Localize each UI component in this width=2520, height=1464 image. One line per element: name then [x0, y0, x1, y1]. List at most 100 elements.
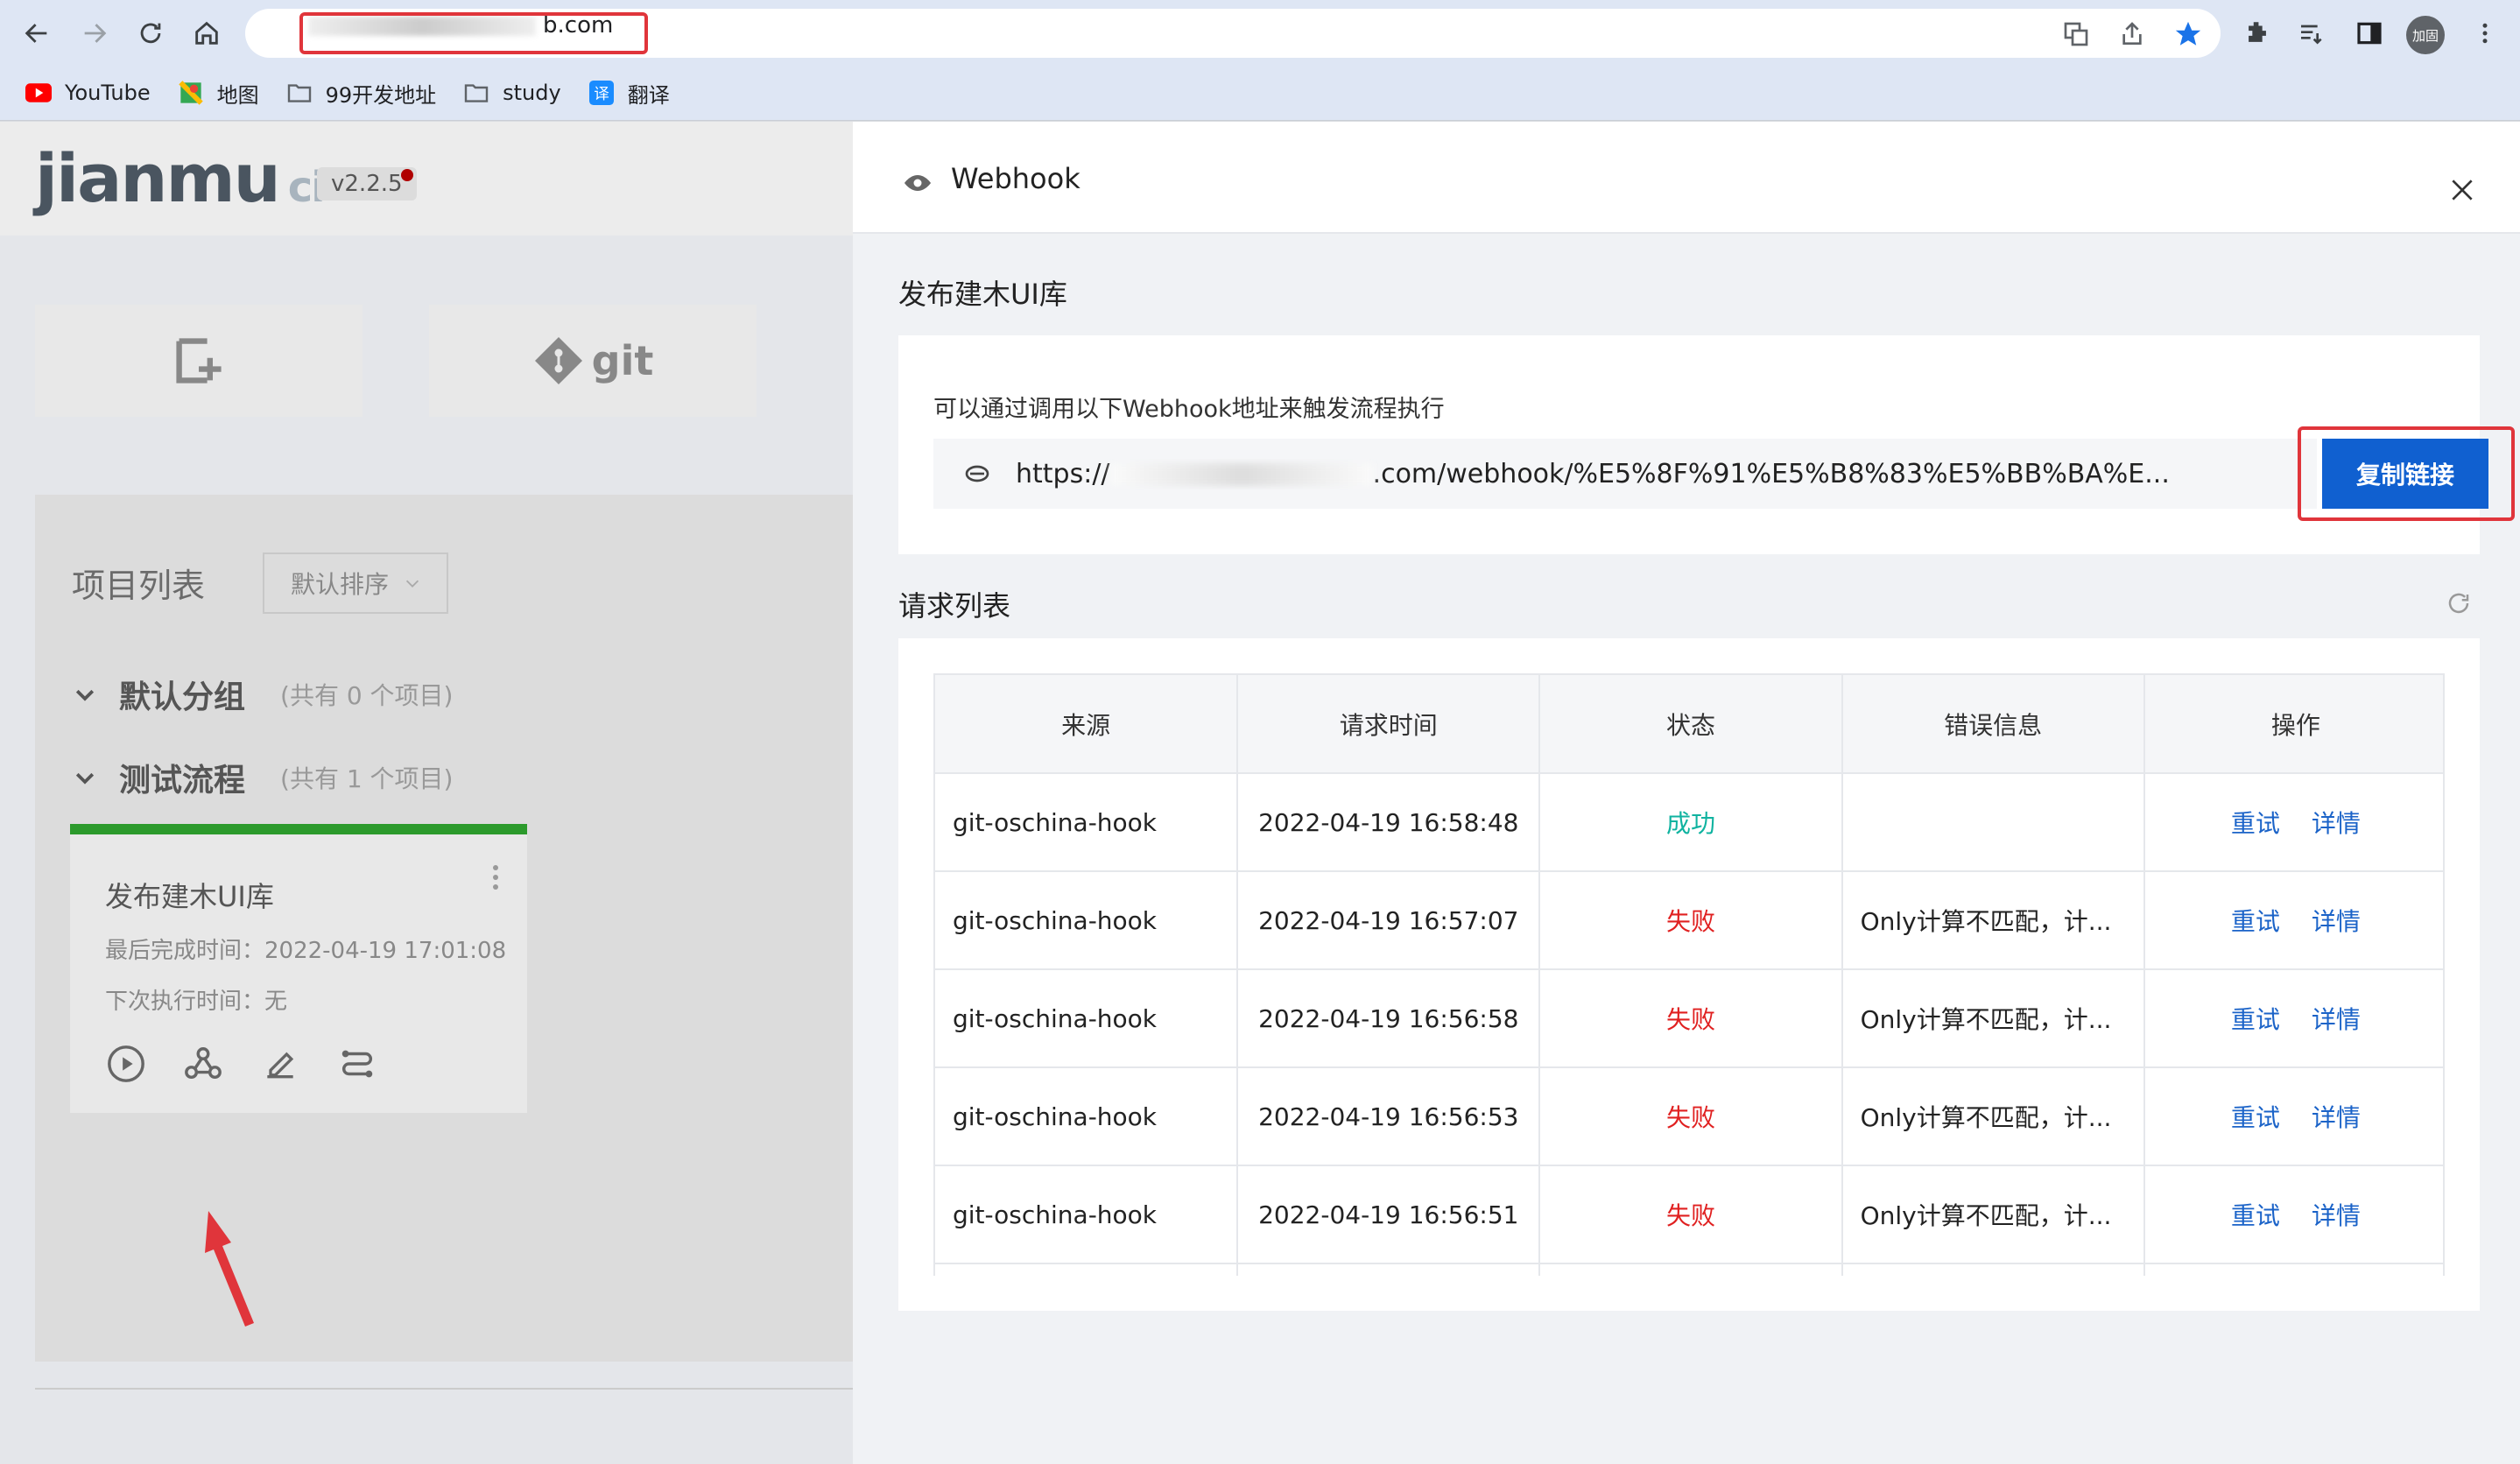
project-list-title: 项目列表 — [72, 567, 206, 605]
sort-select[interactable]: 默认排序 — [263, 553, 448, 614]
link-icon — [960, 456, 995, 491]
status-badge: 失败 — [1539, 969, 1843, 1068]
row-error: Only计算不匹配，计... — [1841, 1067, 2145, 1166]
table-row: git-oschina-hook 2022-04-19 16:56:53 失败 … — [935, 1067, 2443, 1166]
status-badge: 失败 — [1539, 871, 1843, 970]
translate-page-icon[interactable] — [2059, 18, 2093, 51]
project-last-finished: 最后完成时间：2022-04-19 17:01:08 — [105, 938, 507, 964]
git-icon — [534, 337, 582, 384]
red-pointer-arrow — [205, 1211, 254, 1327]
bookmark-youtube[interactable]: YouTube — [25, 81, 151, 105]
home-button[interactable] — [186, 12, 228, 54]
webhook-hint: 可以通过调用以下Webhook地址来触发流程执行 — [933, 396, 1445, 423]
reading-list-icon[interactable] — [2294, 16, 2329, 51]
edit-icon[interactable] — [259, 1043, 301, 1085]
row-time: 2022-04-19 16:57:07 — [1237, 871, 1541, 970]
copy-button-highlight-box — [2298, 426, 2515, 521]
status-badge: 失败 — [1539, 1165, 1843, 1264]
browser-toolbar: b.com 加固 YouTube 地图 99开发地址 study 译 翻译 — [0, 0, 2520, 121]
row-time: 2022-04-19 16:58:48 — [1237, 773, 1541, 872]
table-row: git-oschina-hook 2022-04-19 16:56:51 失败 … — [935, 1165, 2443, 1264]
webhook-icon[interactable] — [182, 1043, 224, 1085]
reload-icon — [140, 23, 161, 44]
chevron-down-icon — [75, 689, 95, 701]
bookmark-maps[interactable]: 地图 — [177, 78, 259, 109]
table-row: git-oschina-hook 2022-04-19 16:56:58 失败 … — [935, 969, 2443, 1068]
retry-link[interactable]: 重试 — [2231, 1201, 2280, 1230]
detail-link[interactable]: 详情 — [2312, 809, 2361, 838]
flow-icon[interactable] — [336, 1043, 378, 1085]
new-project-button[interactable] — [35, 305, 363, 417]
chevron-down-icon — [75, 772, 95, 785]
import-git-button[interactable]: git — [429, 305, 757, 417]
project-name: 发布建木UI库 — [105, 880, 274, 913]
request-table: 来源 请求时间 状态 错误信息 操作 git-oschina-hook 2022… — [933, 673, 2445, 1276]
menu-kebab-icon[interactable] — [2467, 16, 2502, 51]
extensions-icon[interactable] — [2240, 16, 2275, 51]
row-source: git-oschina-hook — [935, 969, 1239, 1068]
divider — [35, 1388, 853, 1390]
request-table-card: 来源 请求时间 状态 错误信息 操作 git-oschina-hook 2022… — [898, 638, 2480, 1311]
detail-link[interactable]: 详情 — [2312, 1103, 2361, 1132]
retry-link[interactable]: 重试 — [2231, 1103, 2280, 1132]
table-row: git-oschina-hook 2022-04-19 16:58:48 成功 … — [935, 773, 2443, 872]
profile-avatar[interactable]: 加固 — [2406, 16, 2445, 54]
jianmu-logo[interactable]: jianmu ci — [35, 139, 326, 217]
arrow-left-icon — [25, 24, 47, 43]
group-test-flow[interactable]: 测试流程 (共有 1 个项目) — [72, 755, 453, 800]
folder-icon — [285, 81, 313, 105]
row-source: git-oschina-hook — [935, 1165, 1239, 1264]
retry-link[interactable]: 重试 — [2231, 1005, 2280, 1034]
col-request-time: 请求时间 — [1237, 675, 1541, 774]
forward-button[interactable] — [74, 12, 116, 54]
status-badge: 成功 — [1539, 773, 1843, 872]
retry-link[interactable]: 重试 — [2231, 907, 2280, 936]
app-header: jianmu ci v2.2.5 — [0, 122, 853, 236]
side-panel-icon[interactable] — [2352, 16, 2387, 51]
row-time: 2022-04-19 16:56:53 — [1237, 1067, 1541, 1166]
update-dot — [401, 169, 413, 181]
row-error: Only计算不匹配，计... — [1841, 969, 2145, 1068]
arrow-right-icon — [84, 24, 107, 43]
bookmark-folder-99[interactable]: 99开发地址 — [285, 78, 436, 109]
row-source: git-oschina-hook — [935, 1067, 1239, 1166]
table-row — [935, 1263, 2443, 1276]
group-default[interactable]: 默认分组 (共有 0 个项目) — [72, 672, 453, 717]
bookmark-folder-study[interactable]: study — [462, 81, 561, 105]
webhook-url-box[interactable]: https://.com/webhook/%E5%8F%91%E5%B8%83%… — [933, 439, 2317, 509]
bookmark-translate[interactable]: 译 翻译 — [588, 78, 670, 109]
url-highlight-box — [299, 12, 648, 54]
reload-button[interactable] — [130, 12, 172, 54]
home-icon — [195, 21, 218, 45]
project-next-run: 下次执行时间：无 — [105, 989, 288, 1015]
detail-link[interactable]: 详情 — [2312, 1005, 2361, 1034]
status-badge: 失败 — [1539, 1067, 1843, 1166]
eye-icon — [905, 175, 931, 191]
project-more-icon[interactable] — [492, 864, 499, 894]
row-actions: 重试 详情 — [2143, 773, 2443, 872]
col-source: 来源 — [935, 675, 1239, 774]
webhook-drawer: Webhook 发布建木UI库 可以通过调用以下Webhook地址来触发流程执行… — [853, 122, 2520, 1464]
translate-icon: 译 — [588, 81, 616, 105]
row-time: 2022-04-19 16:56:58 — [1237, 969, 1541, 1068]
row-error: Only计算不匹配，计... — [1841, 871, 2145, 970]
row-actions: 重试 详情 — [2143, 969, 2443, 1068]
youtube-icon — [25, 81, 53, 105]
bookmark-star-icon[interactable] — [2172, 18, 2205, 51]
drawer-header: Webhook — [853, 122, 2520, 234]
retry-link[interactable]: 重试 — [2231, 809, 2280, 838]
detail-link[interactable]: 详情 — [2312, 907, 2361, 936]
request-list-title: 请求列表 — [898, 589, 1011, 623]
back-button[interactable] — [16, 12, 58, 54]
maps-icon — [177, 81, 205, 105]
row-error: Only计算不匹配，计... — [1841, 1165, 2145, 1264]
row-error — [1841, 773, 2145, 872]
share-icon[interactable] — [2115, 18, 2149, 51]
refresh-icon[interactable] — [2443, 588, 2474, 619]
project-card[interactable]: 发布建木UI库 最后完成时间：2022-04-19 17:01:08 下次执行时… — [70, 824, 527, 1113]
detail-link[interactable]: 详情 — [2312, 1201, 2361, 1230]
play-icon[interactable] — [105, 1043, 147, 1085]
col-actions: 操作 — [2143, 675, 2443, 774]
close-button[interactable] — [2445, 172, 2480, 208]
col-error: 错误信息 — [1841, 675, 2145, 774]
